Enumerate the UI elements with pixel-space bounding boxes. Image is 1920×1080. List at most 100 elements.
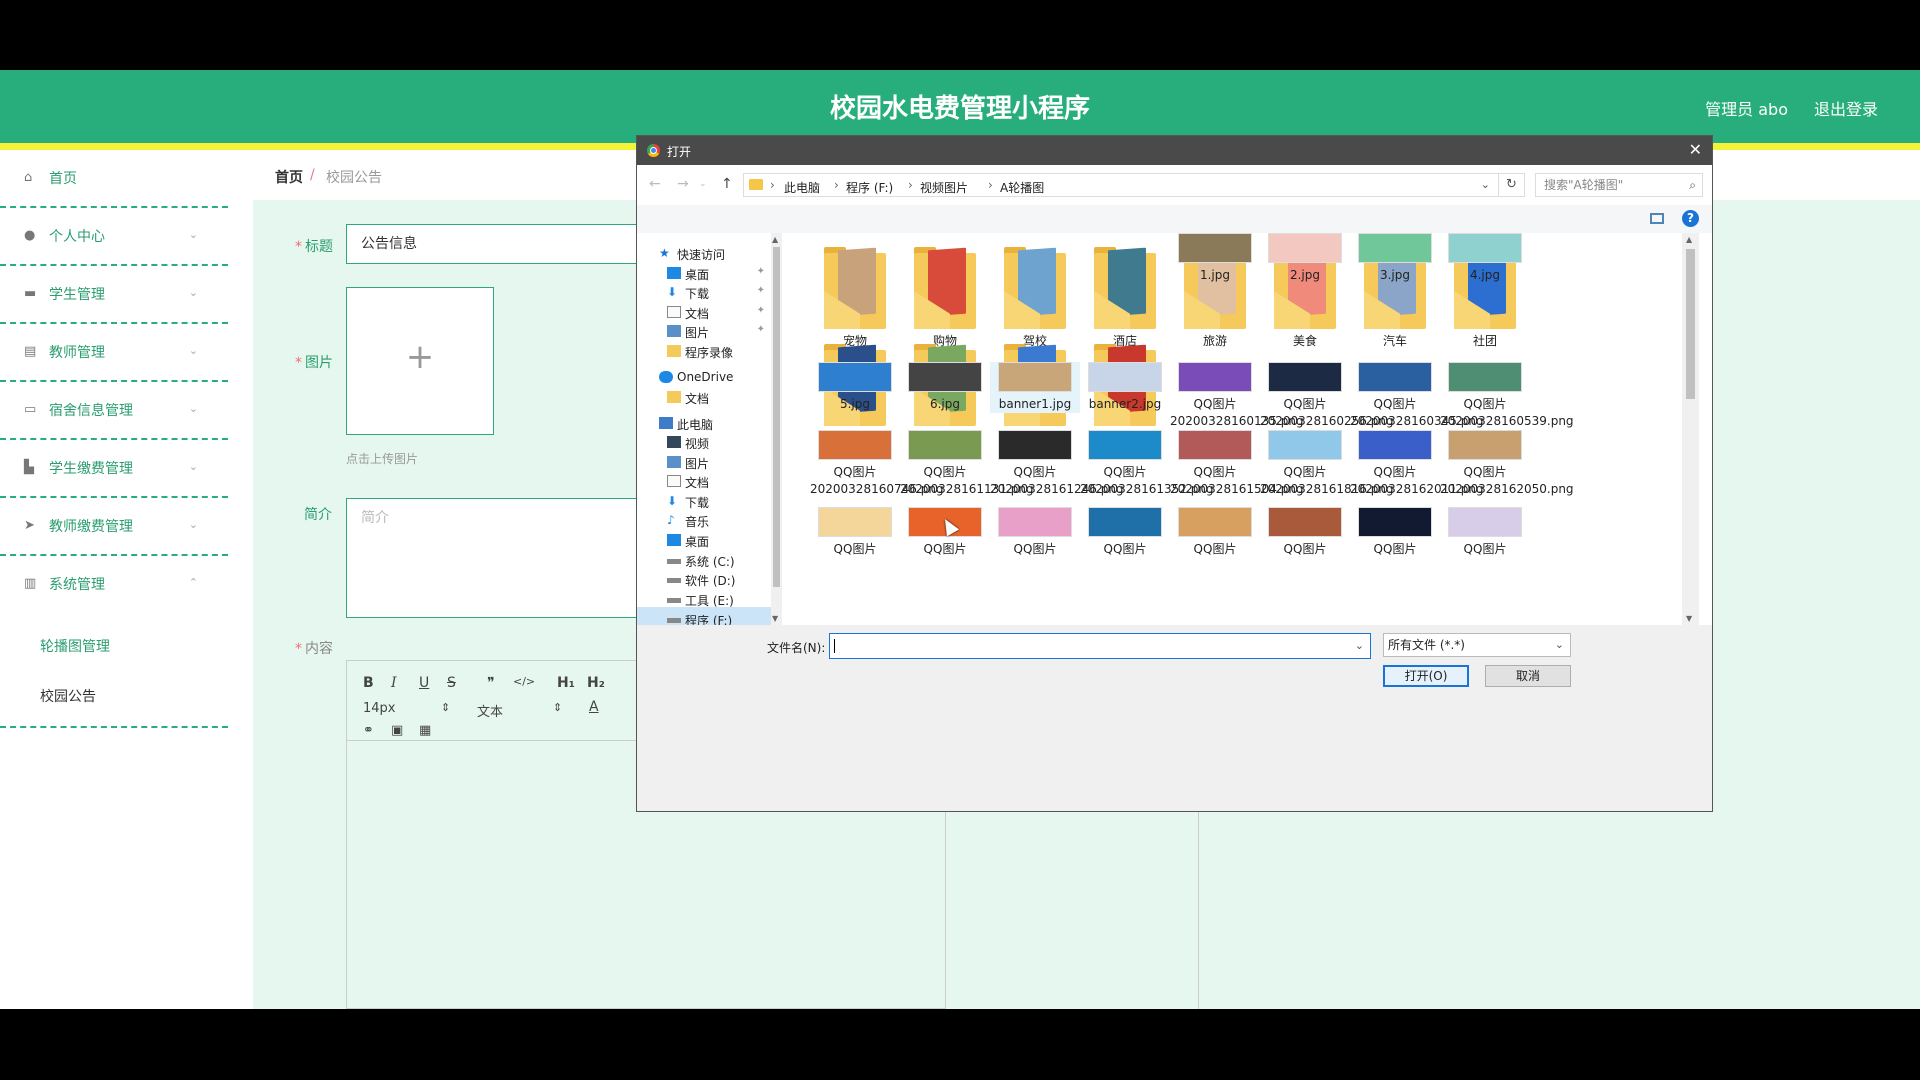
pictures-icon — [667, 325, 681, 337]
underline-button[interactable]: U — [419, 675, 429, 691]
file-item[interactable]: QQ图片 — [1350, 507, 1440, 558]
h1-button[interactable]: H₁ — [557, 675, 575, 691]
sidebar-item-dorm[interactable]: ▭ 宿舍信息管理 ⌄ — [0, 382, 228, 440]
address-bar[interactable]: › 此电脑 › 程序 (F:) › 视频图片 › A轮播图 ⌄ — [743, 173, 1499, 197]
file-name: QQ图片 — [923, 542, 967, 556]
refresh-icon[interactable]: ↻ — [1499, 173, 1525, 197]
file-item[interactable]: QQ图片 — [1260, 507, 1350, 558]
file-item[interactable]: QQ图片 20200328162050.png — [1440, 430, 1574, 498]
sidebar-item-teacher-fees[interactable]: ➤ 教师缴费管理 ⌄ — [0, 498, 228, 556]
open-button[interactable]: 打开(O) — [1383, 665, 1469, 687]
admin-name[interactable]: 管理员 abo — [1705, 96, 1788, 120]
sidebar-item-label: 首页 — [49, 171, 77, 187]
font-color-icon[interactable]: A — [589, 699, 599, 715]
file-item[interactable]: 5.jpg — [810, 362, 900, 413]
file-item[interactable]: QQ图片 20200328160135.png — [1170, 362, 1304, 430]
image-upload[interactable]: + — [346, 287, 494, 435]
file-item[interactable]: QQ图片 20200328161131.png — [900, 430, 1034, 498]
file-item[interactable]: QQ图片 — [1170, 507, 1260, 558]
file-item[interactable]: 3.jpg — [1350, 233, 1440, 284]
italic-button[interactable]: I — [391, 675, 397, 691]
sidebar-subitem-carousel[interactable]: 轮播图管理 — [0, 620, 228, 670]
chevron-down-icon[interactable]: ⌄ — [1355, 639, 1364, 652]
help-icon[interactable]: ? — [1682, 210, 1699, 227]
file-item[interactable]: 4.jpg — [1440, 233, 1530, 284]
sidebar-subitem-notice[interactable]: 校园公告 — [0, 670, 228, 720]
logout-link[interactable]: 退出登录 — [1814, 96, 1878, 120]
sidebar-item-label: 系统管理 — [49, 577, 105, 593]
nav-item[interactable]: 文档 — [637, 385, 771, 409]
cancel-button[interactable]: 取消 — [1485, 665, 1571, 687]
breadcrumb-home[interactable]: 首页 — [275, 167, 303, 187]
format-select[interactable]: 文本 — [477, 701, 503, 720]
scroll-down-icon[interactable]: ▼ — [1686, 614, 1692, 623]
file-item[interactable]: QQ图片 20200328161504.png — [1170, 430, 1304, 498]
view-icon[interactable] — [1650, 213, 1664, 224]
scroll-up-icon[interactable]: ▲ — [1686, 235, 1692, 244]
file-item[interactable]: QQ图片 20200328161816.png — [1260, 430, 1394, 498]
file-scrollbar[interactable]: ▲ ▼ — [1682, 233, 1699, 625]
bold-button[interactable]: B — [363, 675, 374, 691]
file-item[interactable]: QQ图片 20200328160256.png — [1260, 362, 1394, 430]
forward-icon[interactable]: → — [677, 176, 689, 192]
dialog-titlebar: 打开 ✕ — [637, 136, 1712, 165]
sidebar-item-system[interactable]: ▥ 系统管理 ⌃ — [0, 556, 228, 614]
file-item[interactable]: QQ图片 20200328161246.png — [990, 430, 1124, 498]
back-icon[interactable]: ← — [649, 176, 661, 192]
sidebar-item-home[interactable]: ⌂ 首页 — [0, 150, 228, 208]
sidebar-item-student-fees[interactable]: ▙ 学生缴费管理 ⌄ — [0, 440, 228, 498]
file-item[interactable]: 6.jpg — [900, 362, 990, 413]
sidebar-item-teachers[interactable]: ▤ 教师管理 ⌄ — [0, 324, 228, 382]
up-icon[interactable]: ↑ — [721, 176, 733, 192]
scroll-down-icon[interactable]: ▼ — [772, 614, 778, 623]
path-videos-pictures[interactable]: 视频图片 — [920, 179, 968, 196]
path-drive-f[interactable]: 程序 (F:) — [846, 179, 893, 196]
file-item[interactable]: QQ图片 — [990, 507, 1080, 558]
nav-item[interactable]: 程序 (F:) — [637, 607, 771, 625]
filename-input[interactable]: ⌄ — [829, 633, 1371, 659]
folder-item[interactable]: 宠物 — [810, 247, 900, 350]
quote-button[interactable]: ❞ — [487, 675, 495, 691]
file-type-select[interactable]: 所有文件 (*.*) ⌄ — [1383, 633, 1571, 657]
file-item[interactable]: banner1.jpg — [990, 362, 1080, 413]
image-icon[interactable]: ▣ — [391, 723, 403, 738]
file-item[interactable]: QQ图片 20200328160746.png — [810, 430, 944, 498]
file-name: QQ图片 20200328161504.png — [1170, 465, 1304, 496]
path-this-pc[interactable]: 此电脑 — [784, 179, 820, 196]
folder-name: 旅游 — [1202, 334, 1227, 348]
sidebar-item-profile[interactable]: ● 个人中心 ⌄ — [0, 208, 228, 266]
file-item[interactable]: 1.jpg — [1170, 233, 1260, 284]
file-item[interactable]: QQ图片 20200328161352.png — [1080, 430, 1214, 498]
file-item[interactable]: QQ图片 20200328160345.png — [1350, 362, 1484, 430]
scroll-up-icon[interactable]: ▲ — [772, 235, 778, 244]
file-item[interactable]: 2.jpg — [1260, 233, 1350, 284]
link-icon[interactable]: ⚭ — [363, 723, 374, 738]
file-item[interactable]: QQ图片 20200328160539.png — [1440, 362, 1574, 430]
file-item[interactable]: QQ图片 — [810, 507, 900, 558]
file-item[interactable]: banner2.jpg — [1080, 362, 1170, 413]
folder-item[interactable]: 购物 — [900, 247, 990, 350]
document-icon — [667, 475, 681, 487]
folder-item[interactable]: 酒店 — [1080, 247, 1170, 350]
file-item[interactable]: QQ图片 20200328162011.png — [1350, 430, 1484, 498]
chevron-down-icon[interactable]: ⌄ — [1481, 178, 1490, 191]
file-item[interactable]: QQ图片 — [1080, 507, 1170, 558]
path-carousel[interactable]: A轮播图 — [1000, 179, 1044, 196]
nav-item[interactable]: 程序录像 — [637, 339, 771, 363]
file-item[interactable]: QQ图片 — [1440, 507, 1530, 558]
font-size-select[interactable]: 14px — [363, 701, 396, 716]
home-icon: ⌂ — [24, 170, 33, 185]
video-icon[interactable]: ▦ — [419, 723, 431, 738]
file-name: QQ图片 20200328161131.png — [900, 465, 1034, 496]
search-input[interactable]: 搜索"A轮播图" ⌕ — [1535, 173, 1703, 197]
code-button[interactable]: </> — [513, 675, 535, 688]
recent-dropdown-icon[interactable]: ⌄ — [699, 179, 707, 189]
nav-scroll-thumb[interactable] — [773, 247, 780, 587]
h2-button[interactable]: H₂ — [587, 675, 605, 691]
close-icon[interactable]: ✕ — [1689, 140, 1702, 159]
strike-button[interactable]: S — [447, 675, 456, 691]
sidebar-item-students[interactable]: ▬ 学生管理 ⌄ — [0, 266, 228, 324]
file-scroll-thumb[interactable] — [1686, 249, 1695, 399]
folder-item[interactable]: 驾校 — [990, 247, 1080, 350]
nav-scrollbar[interactable]: ▲ ▼ — [771, 233, 782, 625]
